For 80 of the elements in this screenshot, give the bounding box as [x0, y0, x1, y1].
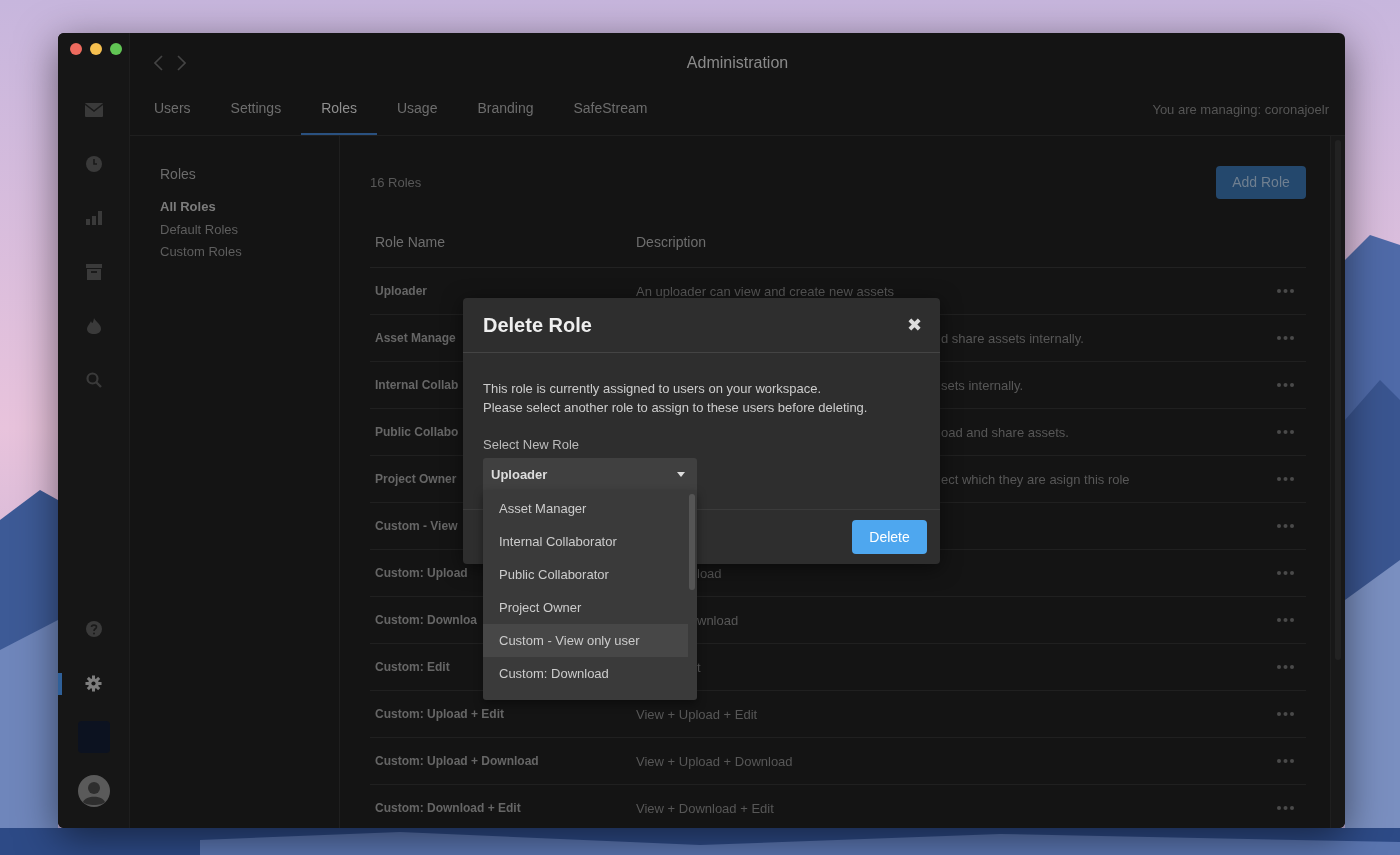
role-name: Custom - View: [375, 519, 458, 533]
sidebar-item[interactable]: Custom Roles: [160, 241, 339, 264]
more-icon[interactable]: [1277, 430, 1294, 434]
close-button[interactable]: ✖: [907, 314, 922, 336]
close-window-button[interactable]: [70, 43, 82, 55]
dialog-message: Please select another role to assign to these users before deleting.: [483, 399, 869, 417]
role-description: wnload: [697, 612, 739, 628]
role-description: An uploader can view and create new assets: [636, 283, 894, 299]
help-icon: [85, 621, 102, 637]
dropdown-option[interactable]: Asset Manager: [483, 492, 688, 525]
role-name: Custom: Download + Edit: [375, 801, 521, 815]
role-name: Custom: Downloa: [375, 613, 477, 627]
more-icon[interactable]: [1277, 383, 1294, 387]
forward-icon[interactable]: [177, 55, 186, 71]
minimize-window-button[interactable]: [90, 43, 102, 55]
role-name: Internal Collab: [375, 378, 459, 392]
role-description: View + Upload + Download: [636, 753, 793, 769]
more-icon[interactable]: [1277, 524, 1294, 528]
sidebar-item[interactable]: All Roles: [160, 196, 339, 219]
role-name: Project Owner: [375, 472, 457, 486]
search-icon: [85, 372, 102, 388]
tab[interactable]: SafeStream: [553, 93, 668, 135]
role-name: Custom: Upload: [375, 566, 468, 580]
scrollbar-thumb[interactable]: [689, 494, 695, 590]
settings-icon: [85, 674, 102, 692]
mail-icon: [84, 103, 103, 117]
role-select[interactable]: Uploader: [483, 458, 697, 490]
role-description: oad and share assets.: [941, 424, 1069, 440]
tab[interactable]: Settings: [210, 93, 302, 135]
tab[interactable]: Roles: [301, 93, 377, 135]
caret-icon: [677, 471, 685, 477]
dropdown-option[interactable]: Custom - View only user: [483, 624, 688, 657]
more-icon[interactable]: [1277, 665, 1294, 669]
more-icon[interactable]: [1277, 571, 1294, 575]
flame-icon: [86, 318, 101, 334]
more-icon[interactable]: [1277, 806, 1294, 810]
role-description: View + Download + Edit: [636, 800, 774, 816]
clock-icon: [85, 156, 102, 172]
more-icon[interactable]: [1277, 759, 1294, 763]
field-label: Select New Role: [483, 437, 581, 452]
tab[interactable]: Users: [134, 93, 211, 135]
dialog-message: This role is currently assigned to users on your workspace.: [483, 380, 823, 398]
managing-label: You are managing: coronajoelr: [1152, 101, 1329, 119]
role-description: ect which they are asign this role: [941, 471, 1130, 487]
avatar-icon: [77, 775, 110, 807]
add-role-button[interactable]: Add Role: [1216, 165, 1306, 199]
archive-icon: [85, 264, 102, 280]
dropdown-option[interactable]: Project Owner: [483, 591, 688, 624]
sidebar-item[interactable]: Default Roles: [160, 218, 339, 241]
bar-chart-icon: [85, 211, 102, 225]
role-name: Custom: Upload + Edit: [375, 707, 504, 721]
zoom-window-button[interactable]: [110, 43, 122, 55]
dialog-title: Delete Role: [483, 313, 592, 337]
dropdown-option[interactable]: Custom: Download: [483, 657, 688, 690]
role-description: sets internally.: [941, 377, 1024, 393]
role-name: Asset Manage: [375, 331, 456, 345]
window-title: Administration: [686, 54, 789, 71]
role-description: t: [697, 659, 701, 675]
role-name: Custom: Upload + Download: [375, 754, 539, 768]
more-icon[interactable]: [1277, 477, 1294, 481]
role-name: Custom: Edit: [375, 660, 450, 674]
role-name: Public Collabo: [375, 425, 459, 439]
dropdown-option[interactable]: Public Collaborator: [483, 558, 688, 591]
role-description: d share assets internally.: [941, 330, 1084, 346]
tab[interactable]: Branding: [457, 93, 554, 135]
delete-button[interactable]: Delete: [852, 520, 927, 554]
role-description: View + Upload + Edit: [636, 706, 758, 722]
role-count: 16 Roles: [370, 174, 422, 190]
more-icon[interactable]: [1277, 618, 1294, 622]
more-icon[interactable]: [1277, 712, 1294, 716]
more-icon[interactable]: [1277, 289, 1294, 293]
sidebar-heading: Roles: [160, 166, 197, 182]
dropdown-option[interactable]: Internal Collaborator: [483, 525, 688, 558]
more-icon[interactable]: [1277, 336, 1294, 340]
column-header: Description: [636, 234, 707, 250]
role-name: Uploader: [375, 284, 427, 298]
tab[interactable]: Usage: [376, 93, 458, 135]
column-header: Role Name: [374, 234, 447, 250]
back-icon[interactable]: [154, 55, 163, 71]
role-description: load: [697, 565, 722, 581]
